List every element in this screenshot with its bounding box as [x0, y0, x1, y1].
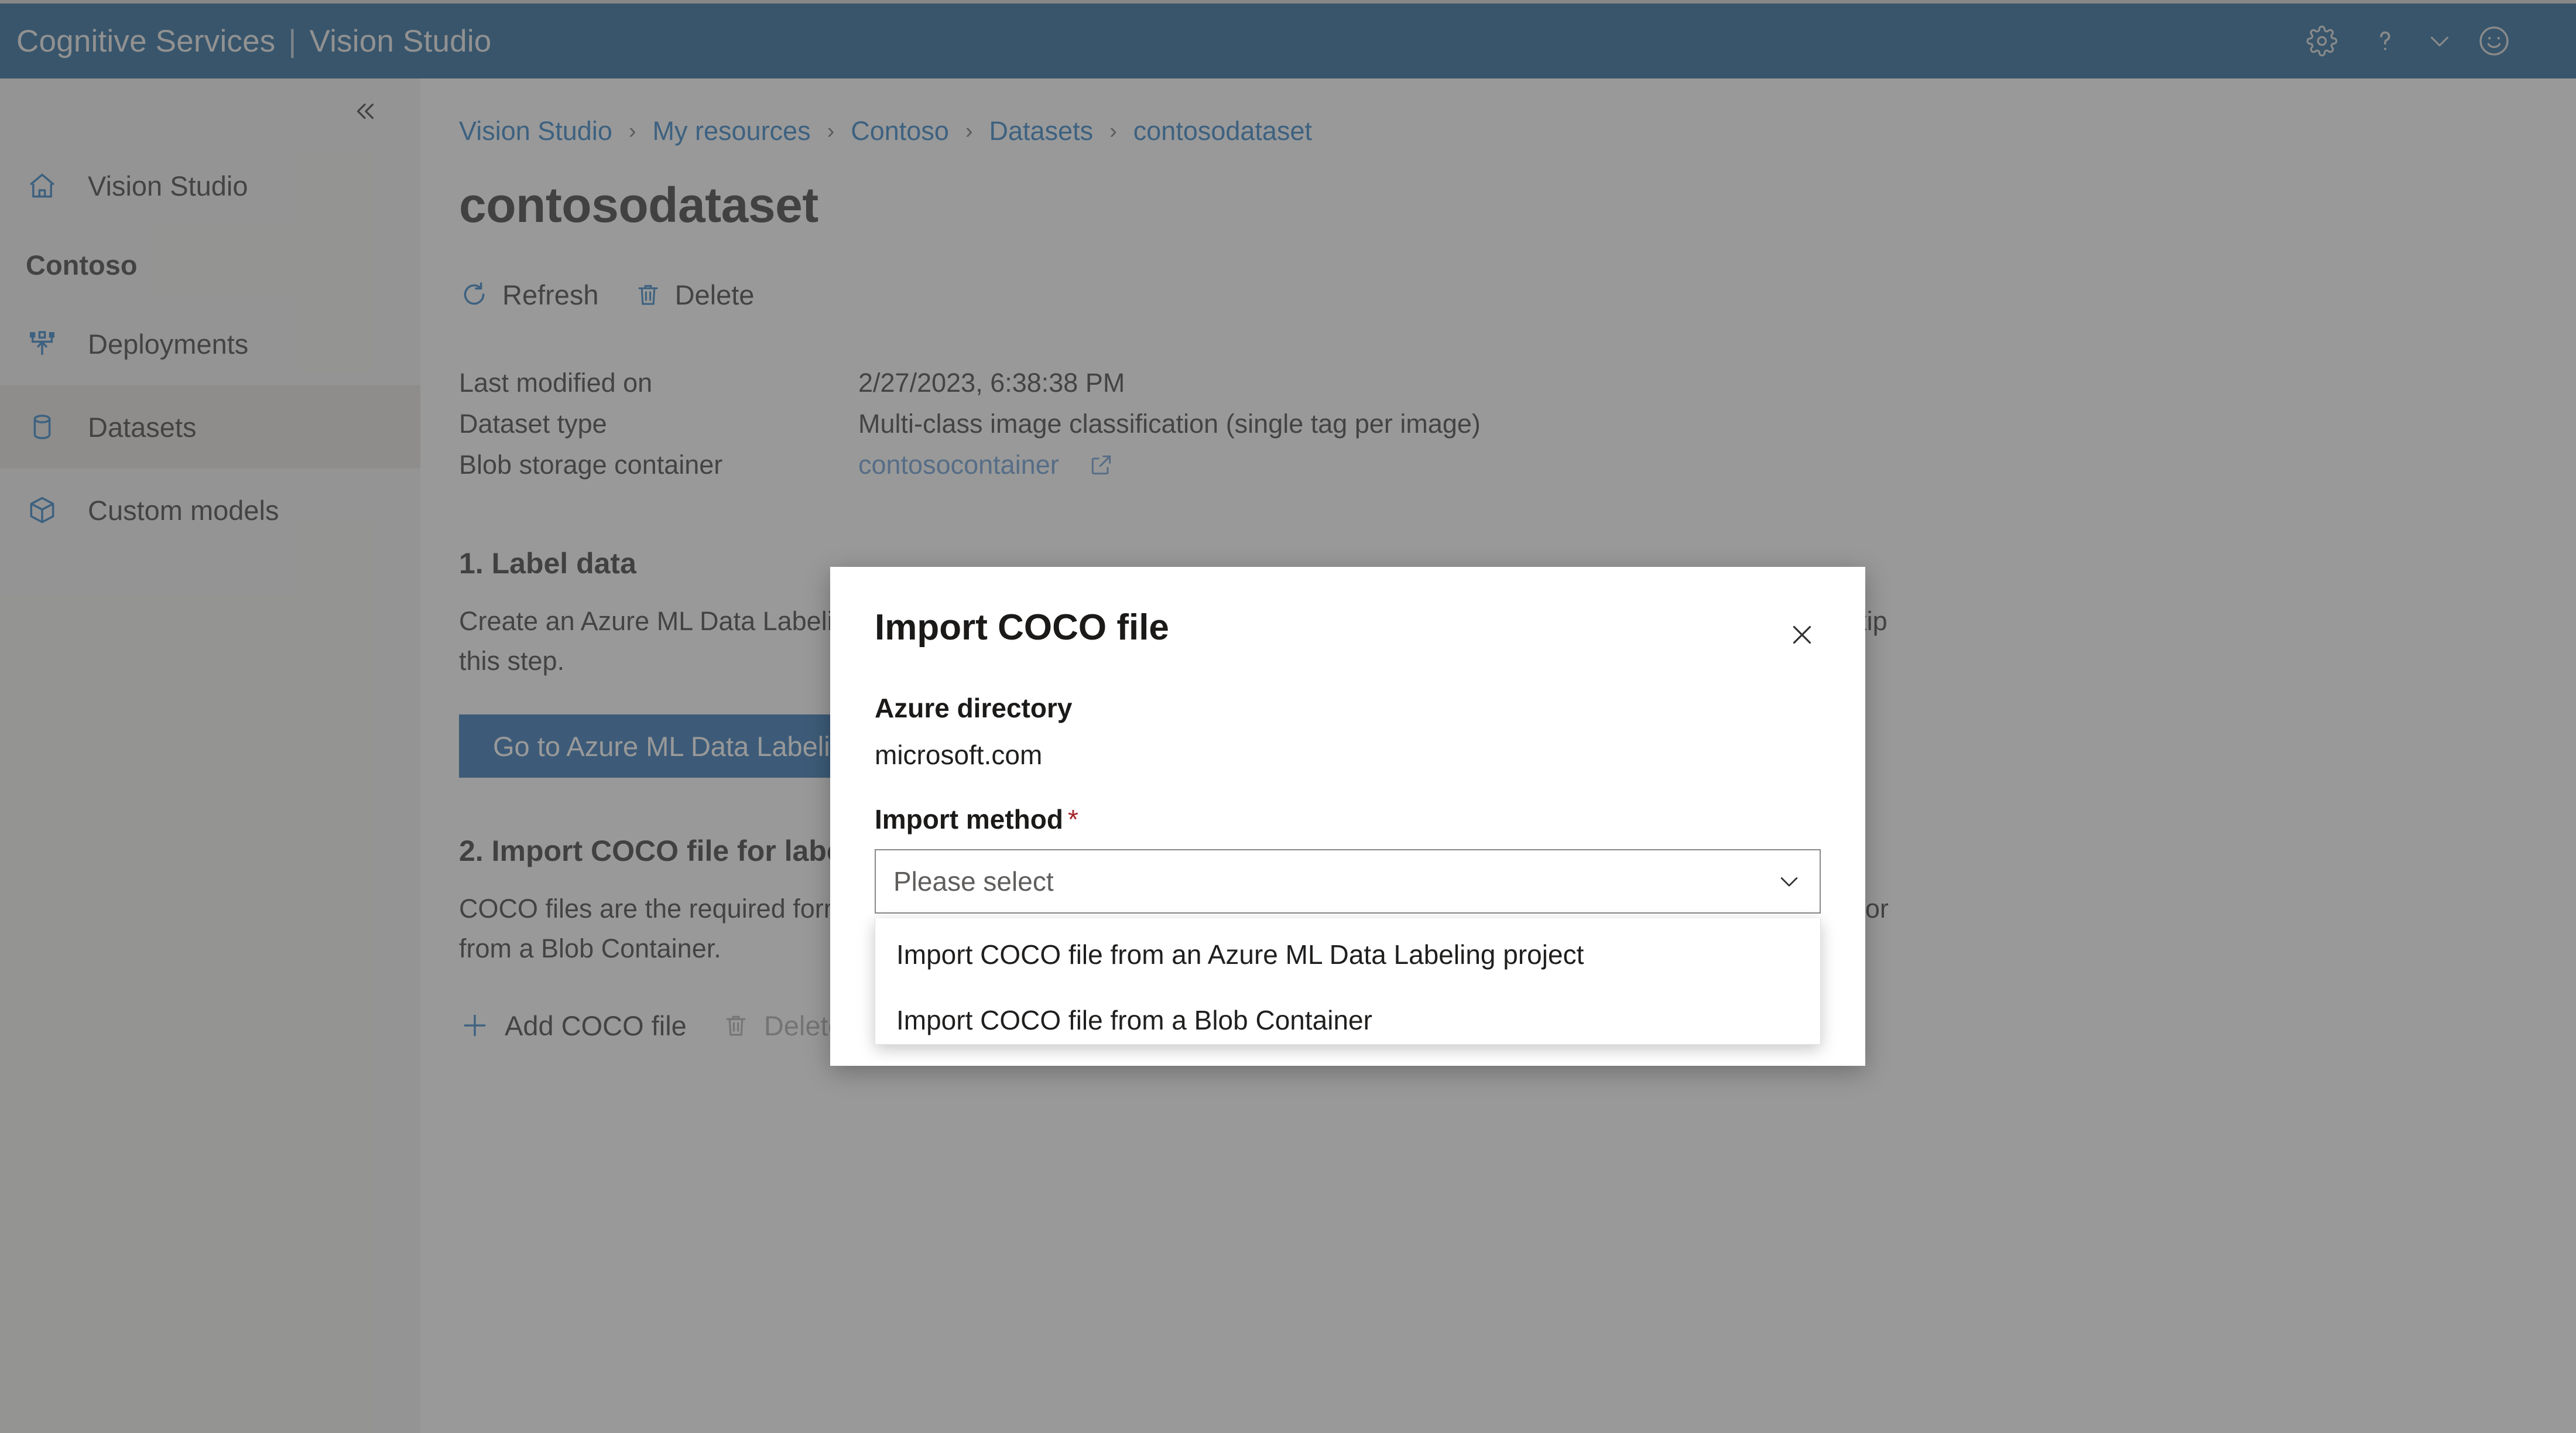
azure-directory-value: microsoft.com [875, 740, 1043, 770]
dialog-title: Import COCO file [875, 607, 1169, 648]
dropdown-option-blob-container[interactable]: Import COCO file from a Blob Container [875, 987, 1820, 1053]
azure-directory-label: Azure directory [875, 693, 1073, 723]
import-method-label-text: Import method [875, 804, 1063, 835]
import-method-select[interactable]: Please select [875, 849, 1821, 914]
dropdown-option-azure-ml-data-labeling[interactable]: Import COCO file from an Azure ML Data L… [875, 922, 1820, 987]
close-icon[interactable] [1777, 610, 1827, 659]
required-asterisk: * [1067, 804, 1078, 835]
import-method-selected-value: Please select [893, 866, 1054, 897]
dialog-body: Azure directory microsoft.com Import met… [830, 692, 1865, 914]
dialog-header: Import COCO file [830, 567, 1865, 659]
import-method-dropdown-list: Import COCO file from an Azure ML Data L… [875, 918, 1821, 1045]
chevron-down-icon [1776, 868, 1802, 894]
import-method-label: Import method * [875, 803, 1821, 835]
